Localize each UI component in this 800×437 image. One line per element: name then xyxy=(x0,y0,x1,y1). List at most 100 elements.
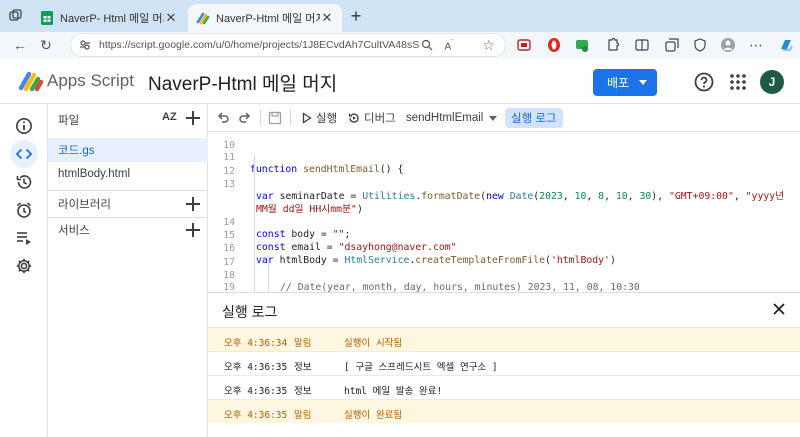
browser-tab-sheets[interactable]: NaverP- Html 메일 머지 - Google ✕ xyxy=(32,4,186,32)
section-label: 서비스 xyxy=(58,225,90,237)
divider xyxy=(290,110,291,126)
close-tab-icon[interactable]: ✕ xyxy=(164,10,178,26)
rail-editor[interactable] xyxy=(10,140,38,168)
libraries-section[interactable]: 라이브러리 xyxy=(48,192,208,216)
function-name: sendHtmlEmail xyxy=(406,112,484,124)
file-item[interactable]: htmlBody.html xyxy=(48,162,208,186)
add-service-icon[interactable] xyxy=(186,223,200,237)
apps-script-favicon-icon xyxy=(196,12,210,25)
deploy-button[interactable]: 배포 xyxy=(593,69,657,96)
refresh-icon[interactable]: ↻ xyxy=(36,35,56,55)
log-time: 오후 4:36:35 xyxy=(224,362,288,373)
debug-button[interactable]: 디버그 xyxy=(348,109,396,127)
rail-overview[interactable] xyxy=(10,112,38,140)
run-button[interactable]: 실행 xyxy=(302,109,337,127)
favorite-star-icon[interactable]: ☆ xyxy=(482,37,495,54)
rail-executions[interactable] xyxy=(10,224,38,252)
log-time: 오후 4:36:35 xyxy=(224,386,288,397)
log-entry: 오후 4:36:35 정보 html 메일 발송 완료! xyxy=(208,375,800,399)
log-message: 실행이 시작됨 xyxy=(344,338,403,349)
site-info-icon[interactable] xyxy=(79,39,91,51)
debug-label: 디버그 xyxy=(364,113,396,125)
log-message: html 메일 발송 완료! xyxy=(344,386,443,397)
code-line: 20 xyxy=(208,283,800,292)
function-select[interactable]: sendHtmlEmail xyxy=(406,109,498,127)
tab-title: NaverP- Html 메일 머지 - Google xyxy=(60,13,164,25)
log-level: 정보 xyxy=(294,386,312,397)
file-name: htmlBody.html xyxy=(58,168,131,180)
rail-triggers[interactable] xyxy=(10,196,38,224)
execution-log-panel: 실행 로그 오후 4:36:34 알림 실행이 시작됨 오후 4:36:35 정… xyxy=(208,292,800,437)
back-icon[interactable]: ← xyxy=(10,35,30,55)
avatar[interactable]: J xyxy=(760,70,784,94)
sort-az-icon[interactable]: AZ xyxy=(162,111,177,123)
browser-tab-bar: NaverP- Html 메일 머지 - Google ✕ NaverP-Htm… xyxy=(0,0,800,32)
add-file-icon[interactable] xyxy=(186,111,200,125)
rail-history[interactable] xyxy=(10,168,38,196)
brand-name: Apps Script xyxy=(47,71,134,90)
files-header: 파일 AZ xyxy=(48,104,208,132)
chevron-down-icon xyxy=(639,80,647,85)
close-icon[interactable] xyxy=(772,302,786,316)
log-entry: 오후 4:36:35 정보 [ 구글 스프레드시트 엑셀 연구소 ] xyxy=(208,351,800,375)
execution-log-label: 실행 로그 xyxy=(511,113,557,125)
history-icon xyxy=(16,175,32,189)
log-message: 실행이 완료됨 xyxy=(344,410,403,421)
zoom-icon[interactable] xyxy=(421,39,433,51)
services-section[interactable]: 서비스 xyxy=(48,218,208,242)
log-level: 알림 xyxy=(294,338,312,349)
divider xyxy=(48,190,208,191)
close-tab-icon[interactable]: ✕ xyxy=(320,10,334,26)
redo-icon[interactable] xyxy=(238,111,252,125)
browser-address-bar: ← ↻ https://script.google.com/u/0/home/p… xyxy=(0,32,800,58)
editor-toolbar: 실행 디버그 sendHtmlEmail 실행 로그 xyxy=(208,104,800,132)
url-text: https://script.google.com/u/0/home/proje… xyxy=(99,39,419,51)
log-entry: 오후 4:36:34 알림 실행이 시작됨 xyxy=(208,327,800,351)
split-screen-icon[interactable] xyxy=(634,37,650,53)
sheets-favicon-icon xyxy=(41,11,53,25)
tab-title: NaverP-Html 메일 머지 - 프로젝트 xyxy=(216,13,320,25)
log-level: 알림 xyxy=(294,410,312,421)
collections-icon[interactable] xyxy=(664,37,680,53)
files-panel: 파일 AZ 코드.gs htmlBody.html 라이브러리 서비스 xyxy=(48,104,208,437)
app-header: Apps Script NaverP-Html 메일 머지 배포 J xyxy=(0,58,800,104)
divider xyxy=(260,110,261,126)
code-icon xyxy=(15,148,33,160)
file-item[interactable]: 코드.gs xyxy=(48,138,208,162)
gear-icon xyxy=(16,258,32,274)
url-field[interactable]: https://script.google.com/u/0/home/proje… xyxy=(70,33,506,57)
extensions-puzzle-icon[interactable] xyxy=(604,37,620,53)
opera-extension-icon[interactable] xyxy=(546,37,562,53)
browser-tab-apps-script[interactable]: NaverP-Html 메일 머지 - 프로젝트 ✕ xyxy=(188,4,342,32)
log-message: [ 구글 스프레드시트 엑셀 연구소 ] xyxy=(344,362,498,373)
debug-icon xyxy=(348,113,359,123)
log-time: 오후 4:36:34 xyxy=(224,338,288,349)
save-icon[interactable] xyxy=(268,111,282,125)
help-icon[interactable] xyxy=(693,71,715,93)
chevron-down-icon xyxy=(489,115,498,121)
log-level: 정보 xyxy=(294,362,312,373)
left-rail xyxy=(0,104,48,437)
profile-icon[interactable] xyxy=(720,37,736,53)
add-library-icon[interactable] xyxy=(186,197,200,211)
execution-log-toggle[interactable]: 실행 로그 xyxy=(505,108,563,128)
extension-icon[interactable] xyxy=(516,37,532,53)
project-title[interactable]: NaverP-Html 메일 머지 xyxy=(148,69,337,96)
info-icon xyxy=(16,118,32,134)
extension-icon[interactable] xyxy=(574,37,590,53)
log-title: 실행 로그 xyxy=(222,304,278,320)
apps-grid-icon[interactable] xyxy=(727,71,749,93)
new-tab-button[interactable]: + xyxy=(346,6,366,26)
browser-essentials-icon[interactable] xyxy=(692,37,708,53)
executions-list-icon xyxy=(17,232,31,245)
code-editor[interactable]: 10 11 function sendHtmlEmail() { 12 13 v… xyxy=(208,132,800,292)
rail-settings[interactable] xyxy=(10,252,38,280)
workspaces-icon[interactable] xyxy=(8,8,24,24)
undo-icon[interactable] xyxy=(216,111,230,125)
file-name: 코드.gs xyxy=(58,145,95,157)
read-aloud-icon[interactable]: Aʼ xyxy=(444,37,453,52)
copilot-icon[interactable] xyxy=(778,37,794,53)
section-label: 라이브러리 xyxy=(58,199,111,211)
more-menu-icon[interactable]: ⋯ xyxy=(746,35,766,55)
log-entry: 오후 4:36:35 알림 실행이 완료됨 xyxy=(208,399,800,423)
